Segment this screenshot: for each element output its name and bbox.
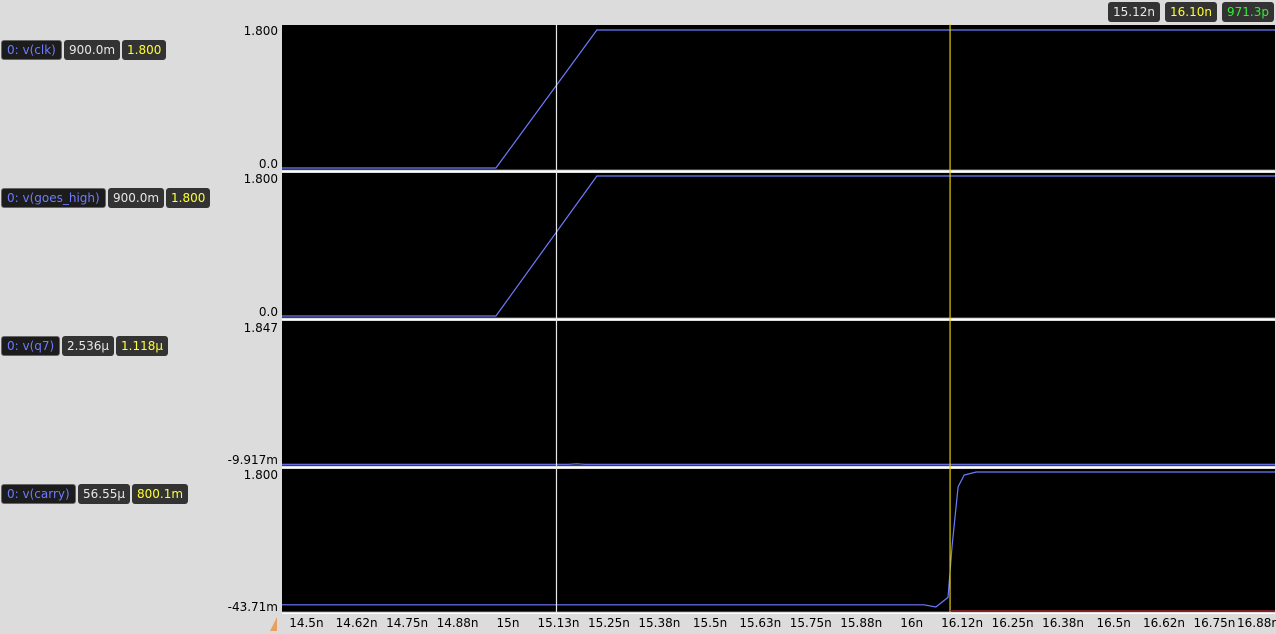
y-min-label: 0.0 xyxy=(258,157,278,171)
x-tick-label: 16.25n xyxy=(991,616,1034,630)
y-max-label: 1.800 xyxy=(243,172,278,186)
y-max-label: 1.800 xyxy=(243,468,278,482)
x-tick-label: 15.13n xyxy=(537,616,580,630)
y-min-label: -43.71m xyxy=(227,600,278,614)
delta-time-readout: 971.3p xyxy=(1222,2,1274,22)
y-min-label: 0.0 xyxy=(258,305,278,319)
value-at-cursor2: 1.800 xyxy=(122,40,167,60)
x-tick-label: 15.38n xyxy=(638,616,681,630)
signal-name[interactable]: 0: v(q7) xyxy=(1,336,61,356)
x-tick-label: 14.5n xyxy=(289,616,324,630)
trace-3 xyxy=(282,463,1275,465)
x-tick-label: 15.75n xyxy=(789,616,832,630)
value-at-cursor1: 900.0m xyxy=(108,188,165,208)
plot-panel-3 xyxy=(282,321,1275,466)
x-tick-label: 15.5n xyxy=(692,616,728,630)
y-min-label: -9.917m xyxy=(227,453,278,467)
x-tick-label: 14.75n xyxy=(386,616,429,630)
x-tick-label: 16.12n xyxy=(941,616,984,630)
value-at-cursor1: 900.0m xyxy=(64,40,121,60)
x-tick-label: 15n xyxy=(496,616,520,630)
x-tick-label: 15.88n xyxy=(840,616,883,630)
x-tick-label: 16.88r xyxy=(1237,616,1276,630)
x-tick-label: 15.63n xyxy=(739,616,782,630)
plot-panel-4 xyxy=(282,469,1275,612)
value-at-cursor2: 1.118µ xyxy=(116,336,168,356)
x-tick-label: 16.38n xyxy=(1042,616,1085,630)
x-tick-label: 16.62n xyxy=(1142,616,1185,630)
signal-name[interactable]: 0: v(carry) xyxy=(1,484,76,504)
signal-name[interactable]: 0: v(goes_high) xyxy=(1,188,106,208)
y-max-label: 1.800 xyxy=(243,24,278,38)
x-tick-label: 16.75n xyxy=(1193,616,1236,630)
x-tick-label: 16.5n xyxy=(1096,616,1131,630)
signal-name[interactable]: 0: v(clk) xyxy=(1,40,62,60)
x-tick-label: 14.62n xyxy=(335,616,378,630)
x-tick-label: 16n xyxy=(900,616,924,630)
cursor2-time-readout: 16.10n xyxy=(1165,2,1217,22)
plot-panel-2 xyxy=(282,173,1275,318)
x-tick-label: 15.25n xyxy=(587,616,630,630)
x-tick-label: 14.88n xyxy=(436,616,479,630)
value-at-cursor2: 800.1m xyxy=(132,484,189,504)
plot-panel-1 xyxy=(282,25,1275,170)
value-at-cursor2: 1.800 xyxy=(166,188,211,208)
value-at-cursor1: 56.55µ xyxy=(78,484,130,504)
cursor1-time-readout: 15.12n xyxy=(1108,2,1160,22)
value-at-cursor1: 2.536µ xyxy=(62,336,114,356)
y-max-label: 1.847 xyxy=(243,321,278,335)
